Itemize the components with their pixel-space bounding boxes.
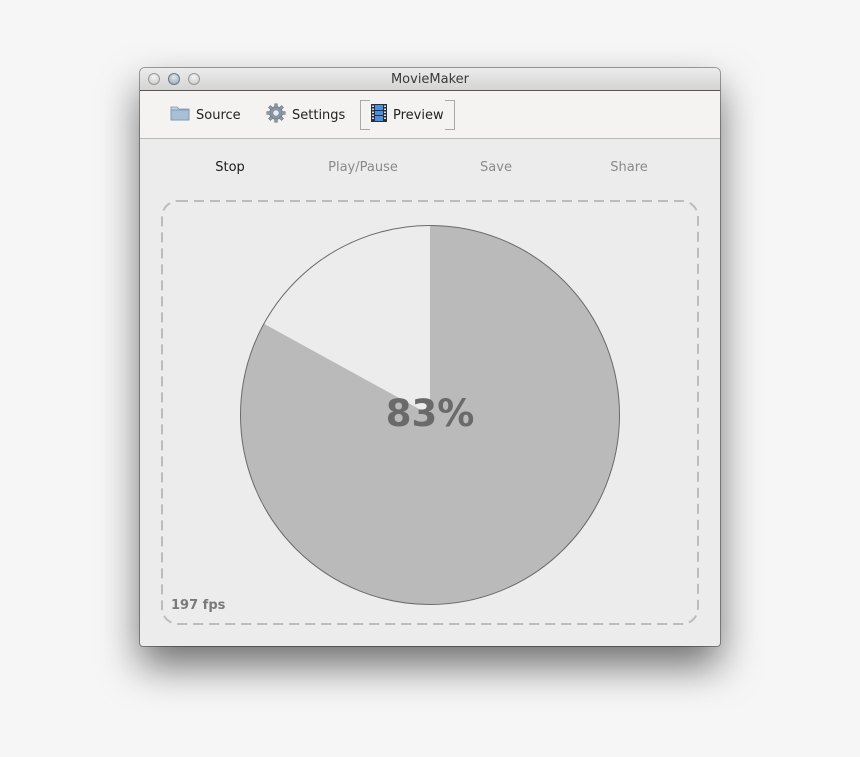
film-icon [371,104,387,126]
share-button[interactable]: Share [569,160,689,175]
progress-percent-label: 83% [385,392,475,435]
app-window: MovieMaker Source Settings Preview Stop … [140,68,720,646]
save-button[interactable]: Save [436,160,556,175]
window-title: MovieMaker [390,72,470,87]
toolbar-item-preview[interactable]: Preview [360,100,455,130]
preview-area: 83% 197 fps [161,200,699,625]
toolbar-item-label: Preview [393,107,444,123]
zoom-button[interactable] [188,73,200,85]
title-bar[interactable]: MovieMaker [140,68,720,91]
toolbar-item-label: Source [196,107,241,123]
window-controls [148,73,200,85]
fps-counter: 197 fps [171,598,226,613]
play-pause-button[interactable]: Play/Pause [303,160,423,175]
close-button[interactable] [148,73,160,85]
stop-button[interactable]: Stop [170,160,290,175]
toolbar-item-source[interactable]: Source [170,100,241,130]
action-bar: Stop Play/Pause Save Share [164,160,696,180]
minimize-button[interactable] [168,73,180,85]
gear-icon [266,103,286,127]
folder-icon [170,105,190,125]
toolbar: Source Settings Preview [140,91,720,139]
toolbar-item-label: Settings [292,107,346,123]
toolbar-item-settings[interactable]: Settings [266,100,345,130]
